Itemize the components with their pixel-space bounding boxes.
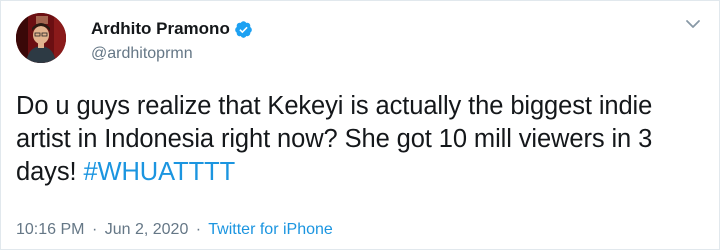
verified-badge-icon [234,20,253,39]
tweet-date[interactable]: Jun 2, 2020 [105,221,189,238]
meta-separator: · [91,221,98,238]
author-block: Ardhito Pramono @ardhitoprmn [91,18,253,64]
avatar[interactable] [16,13,66,63]
tweet-source-link[interactable]: Twitter for iPhone [208,221,333,238]
display-name[interactable]: Ardhito Pramono [91,18,230,40]
tweet-time[interactable]: 10:16 PM [16,221,84,238]
author-handle[interactable]: @ardhitoprmn [91,44,253,64]
avatar-photo [16,13,66,63]
meta-separator: · [195,221,202,238]
hashtag-link[interactable]: #WHUATTTT [83,158,235,186]
tweet-text: Do u guys realize that Kekeyi is actuall… [16,90,706,189]
tweet-card: Ardhito Pramono @ardhitoprmn Do u guys r… [0,0,720,250]
tweet-meta: 10:16 PM · Jun 2, 2020 · Twitter for iPh… [16,220,333,240]
chevron-down-icon[interactable] [683,17,703,31]
author-name-row: Ardhito Pramono [91,18,253,40]
